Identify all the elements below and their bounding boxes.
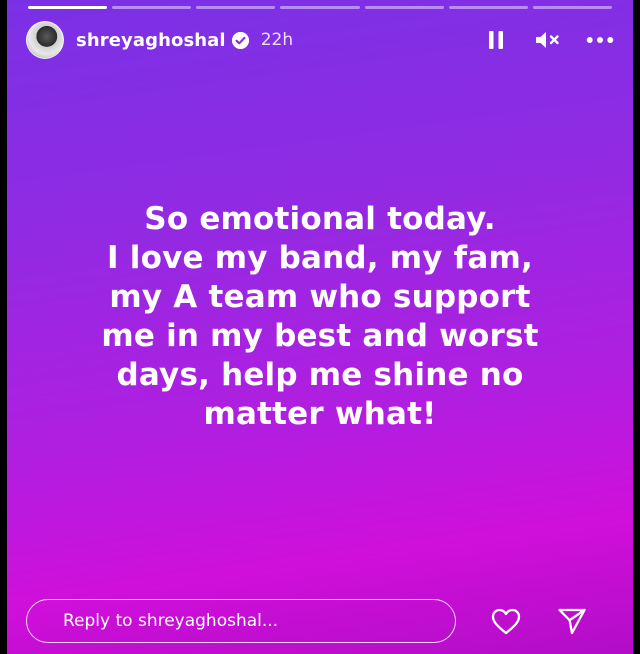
progress-segment <box>448 6 528 9</box>
progress-segment <box>280 6 360 9</box>
like-button[interactable] <box>486 601 526 641</box>
story-footer: Reply to shreyaghoshal... <box>26 598 614 644</box>
story-header: shreyaghoshal 22h <box>26 20 614 60</box>
more-options-button[interactable] <box>586 26 614 54</box>
post-time: 22h <box>260 30 294 50</box>
story-progress-bar <box>28 6 612 9</box>
story-viewer: shreyaghoshal 22h So emotional today. I … <box>0 0 640 654</box>
story-text-line: me in my best and worst <box>101 318 539 354</box>
avatar[interactable] <box>26 21 64 59</box>
send-button[interactable] <box>552 601 592 641</box>
story-text-line: I love my band, my fam, <box>107 240 533 276</box>
frame-edge-right <box>633 0 640 654</box>
progress-segment <box>532 6 612 9</box>
story-text: So emotional today. I love my band, my f… <box>30 200 610 434</box>
progress-segment <box>364 6 444 9</box>
more-icon <box>586 37 614 43</box>
story-text-line: my A team who support <box>109 279 531 315</box>
story-text-line: So emotional today. <box>144 201 496 237</box>
pause-button[interactable] <box>482 26 510 54</box>
username[interactable]: shreyaghoshal <box>76 30 226 51</box>
progress-segment <box>28 6 108 9</box>
mute-icon <box>536 32 559 48</box>
mute-button[interactable] <box>534 26 562 54</box>
verified-badge-icon <box>231 31 249 49</box>
frame-edge-left <box>0 0 7 654</box>
reply-input[interactable]: Reply to shreyaghoshal... <box>26 599 456 643</box>
story-text-line: days, help me shine no <box>116 357 524 393</box>
progress-segment <box>112 6 192 9</box>
progress-segment <box>196 6 276 9</box>
send-icon <box>558 608 586 635</box>
heart-icon <box>491 608 521 634</box>
reply-placeholder: Reply to shreyaghoshal... <box>63 611 279 631</box>
story-text-line: matter what! <box>203 396 437 432</box>
pause-icon <box>489 31 503 49</box>
progress-fill <box>28 6 108 9</box>
